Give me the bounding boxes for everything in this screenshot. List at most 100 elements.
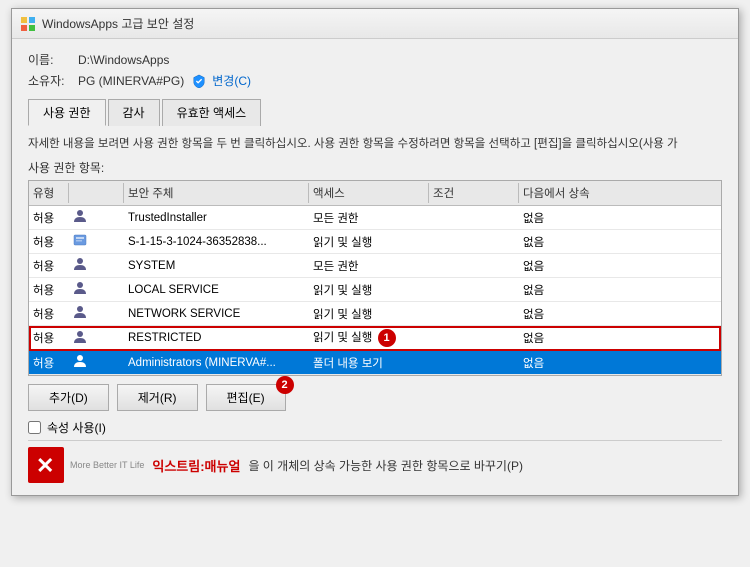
- inherit-checkbox[interactable]: [28, 421, 41, 434]
- logo-icon: ✕: [32, 451, 60, 479]
- footer-logo: ✕ More Better IT Life: [28, 447, 144, 483]
- table-row[interactable]: 허용 TrustedInstaller 모든 권한 없음: [29, 206, 721, 230]
- row-principal: NETWORK SERVICE: [124, 306, 309, 322]
- window-icon: [20, 16, 36, 32]
- name-value: D:\WindowsApps: [78, 53, 169, 67]
- user-icon: [73, 257, 87, 271]
- edit-button[interactable]: 편집(E): [206, 384, 286, 411]
- col-condition: 조건: [429, 183, 519, 203]
- main-window: WindowsApps 고급 보안 설정 이름: D:\WindowsApps …: [11, 8, 739, 496]
- row-access: 읽기 및 실행: [309, 280, 429, 300]
- tab-permissions[interactable]: 사용 권한: [28, 99, 106, 126]
- tab-effective-access[interactable]: 유효한 액세스: [162, 99, 262, 126]
- row-icon: [69, 352, 124, 373]
- row-condition: [429, 264, 519, 268]
- badge-1: 1: [378, 329, 396, 347]
- add-button[interactable]: 추가(D): [28, 384, 109, 411]
- row-condition: [429, 240, 519, 244]
- table-row[interactable]: 허용 Administrators (MINERVA#... 폴더 내용 보기 …: [29, 351, 721, 375]
- col-type: 유형: [29, 183, 69, 203]
- row-access: 읽기 및 실행: [309, 304, 429, 324]
- row-principal: SYSTEM: [124, 258, 309, 274]
- row-inherit: 없음: [519, 208, 721, 228]
- row-access: 읽기 및 실행: [309, 232, 429, 252]
- title-bar: WindowsApps 고급 보안 설정: [12, 9, 738, 39]
- row-principal: S-1-15-3-1024-36352838...: [124, 234, 309, 250]
- row-principal: LOCAL SERVICE: [124, 282, 309, 298]
- col-blank: [69, 183, 124, 203]
- table-row[interactable]: 허용 RESTRICTED 읽기 및 실행 1 없음: [29, 326, 721, 351]
- section-label: 사용 권한 항목:: [28, 159, 722, 176]
- row-condition: [429, 288, 519, 292]
- row-type: 허용: [29, 353, 69, 373]
- row-access: 폴더 내용 보기: [309, 353, 429, 373]
- row-type: 허용: [29, 232, 69, 252]
- row-principal: TrustedInstaller: [124, 210, 309, 226]
- remove-button[interactable]: 제거(R): [117, 384, 198, 411]
- dialog-content: 이름: D:\WindowsApps 소유자: PG (MINERVA#PG) …: [12, 39, 738, 495]
- row-icon: [69, 279, 124, 300]
- row-inherit: 없음: [519, 232, 721, 252]
- row-icon: [69, 231, 124, 252]
- table-row[interactable]: 허용 LOCAL SERVICE 읽기 및 실행 없음: [29, 278, 721, 302]
- owner-label: 소유자:: [28, 72, 78, 89]
- change-link[interactable]: 변경(C): [212, 72, 251, 89]
- user-icon: [73, 209, 87, 223]
- footer-description: 을 이 개체의 상속 가능한 사용 권한 항목으로 바꾸기(P): [248, 457, 523, 474]
- row-condition: [429, 312, 519, 316]
- row-inherit: 없음: [519, 280, 721, 300]
- user-icon: [73, 354, 87, 368]
- row-inherit: 없음: [519, 304, 721, 324]
- row-inherit: 없음: [519, 328, 721, 348]
- name-row: 이름: D:\WindowsApps: [28, 51, 722, 68]
- group-icon: [73, 233, 87, 247]
- row-condition: [429, 361, 519, 365]
- name-label: 이름:: [28, 51, 78, 68]
- row-principal: RESTRICTED: [124, 330, 309, 346]
- row-principal: Administrators (MINERVA#...: [124, 355, 309, 371]
- owner-value: PG (MINERVA#PG): [78, 74, 184, 88]
- col-principal: 보안 주체: [124, 183, 309, 203]
- row-access: 모든 권한: [309, 256, 429, 276]
- user-icon: [73, 281, 87, 295]
- row-inherit: 없음: [519, 353, 721, 373]
- col-access: 액세스: [309, 183, 429, 203]
- row-type: 허용: [29, 256, 69, 276]
- shield-icon: [192, 74, 206, 88]
- table-row[interactable]: 허용 S-1-15-3-1024-36352838... 읽기 및 실행 없음: [29, 230, 721, 254]
- row-condition: [429, 216, 519, 220]
- table-header: 유형 보안 주체 액세스 조건 다음에서 상속: [29, 181, 721, 206]
- inherit-label: 속성 사용(I): [47, 419, 106, 436]
- row-type: 허용: [29, 208, 69, 228]
- tab-bar: 사용 권한 감사 유효한 액세스: [28, 99, 722, 126]
- row-icon: [69, 207, 124, 228]
- owner-row: 소유자: PG (MINERVA#PG) 변경(C): [28, 72, 722, 89]
- logo-sub: More Better IT Life: [70, 460, 144, 470]
- logo-box: ✕: [28, 447, 64, 483]
- row-icon: [69, 328, 124, 349]
- row-condition: [429, 336, 519, 340]
- table-row[interactable]: 허용 Users (MINERVA#Users) 읽기 및 실행 (Exists…: [29, 375, 721, 376]
- footer-link[interactable]: 익스트림:매뉴얼: [152, 456, 240, 475]
- footer: ✕ More Better IT Life 익스트림:매뉴얼 을 이 개체의 상…: [28, 440, 722, 483]
- row-access: 읽기 및 실행 1: [309, 327, 429, 349]
- row-inherit: 없음: [519, 256, 721, 276]
- description-text: 자세한 내용을 보려면 사용 권한 항목을 두 번 클릭하십시오. 사용 권한 …: [28, 136, 722, 153]
- row-type: 허용: [29, 304, 69, 324]
- svg-text:✕: ✕: [36, 453, 54, 478]
- col-inherit: 다음에서 상속: [519, 183, 721, 203]
- row-icon: [69, 303, 124, 324]
- row-type: 허용: [29, 328, 69, 348]
- user-icon: [73, 330, 87, 344]
- table-row[interactable]: 허용 SYSTEM 모든 권한 없음: [29, 254, 721, 278]
- acl-table[interactable]: 유형 보안 주체 액세스 조건 다음에서 상속 허용 TrustedInstal…: [28, 180, 722, 376]
- badge-2: 2: [276, 376, 294, 394]
- row-type: 허용: [29, 280, 69, 300]
- window-title: WindowsApps 고급 보안 설정: [42, 15, 194, 32]
- row-icon: [69, 255, 124, 276]
- inherit-row: 속성 사용(I): [28, 419, 722, 436]
- table-row[interactable]: 허용 NETWORK SERVICE 읽기 및 실행 없음: [29, 302, 721, 326]
- tab-audit[interactable]: 감사: [108, 99, 160, 126]
- row-access: 모든 권한: [309, 208, 429, 228]
- user-icon: [73, 305, 87, 319]
